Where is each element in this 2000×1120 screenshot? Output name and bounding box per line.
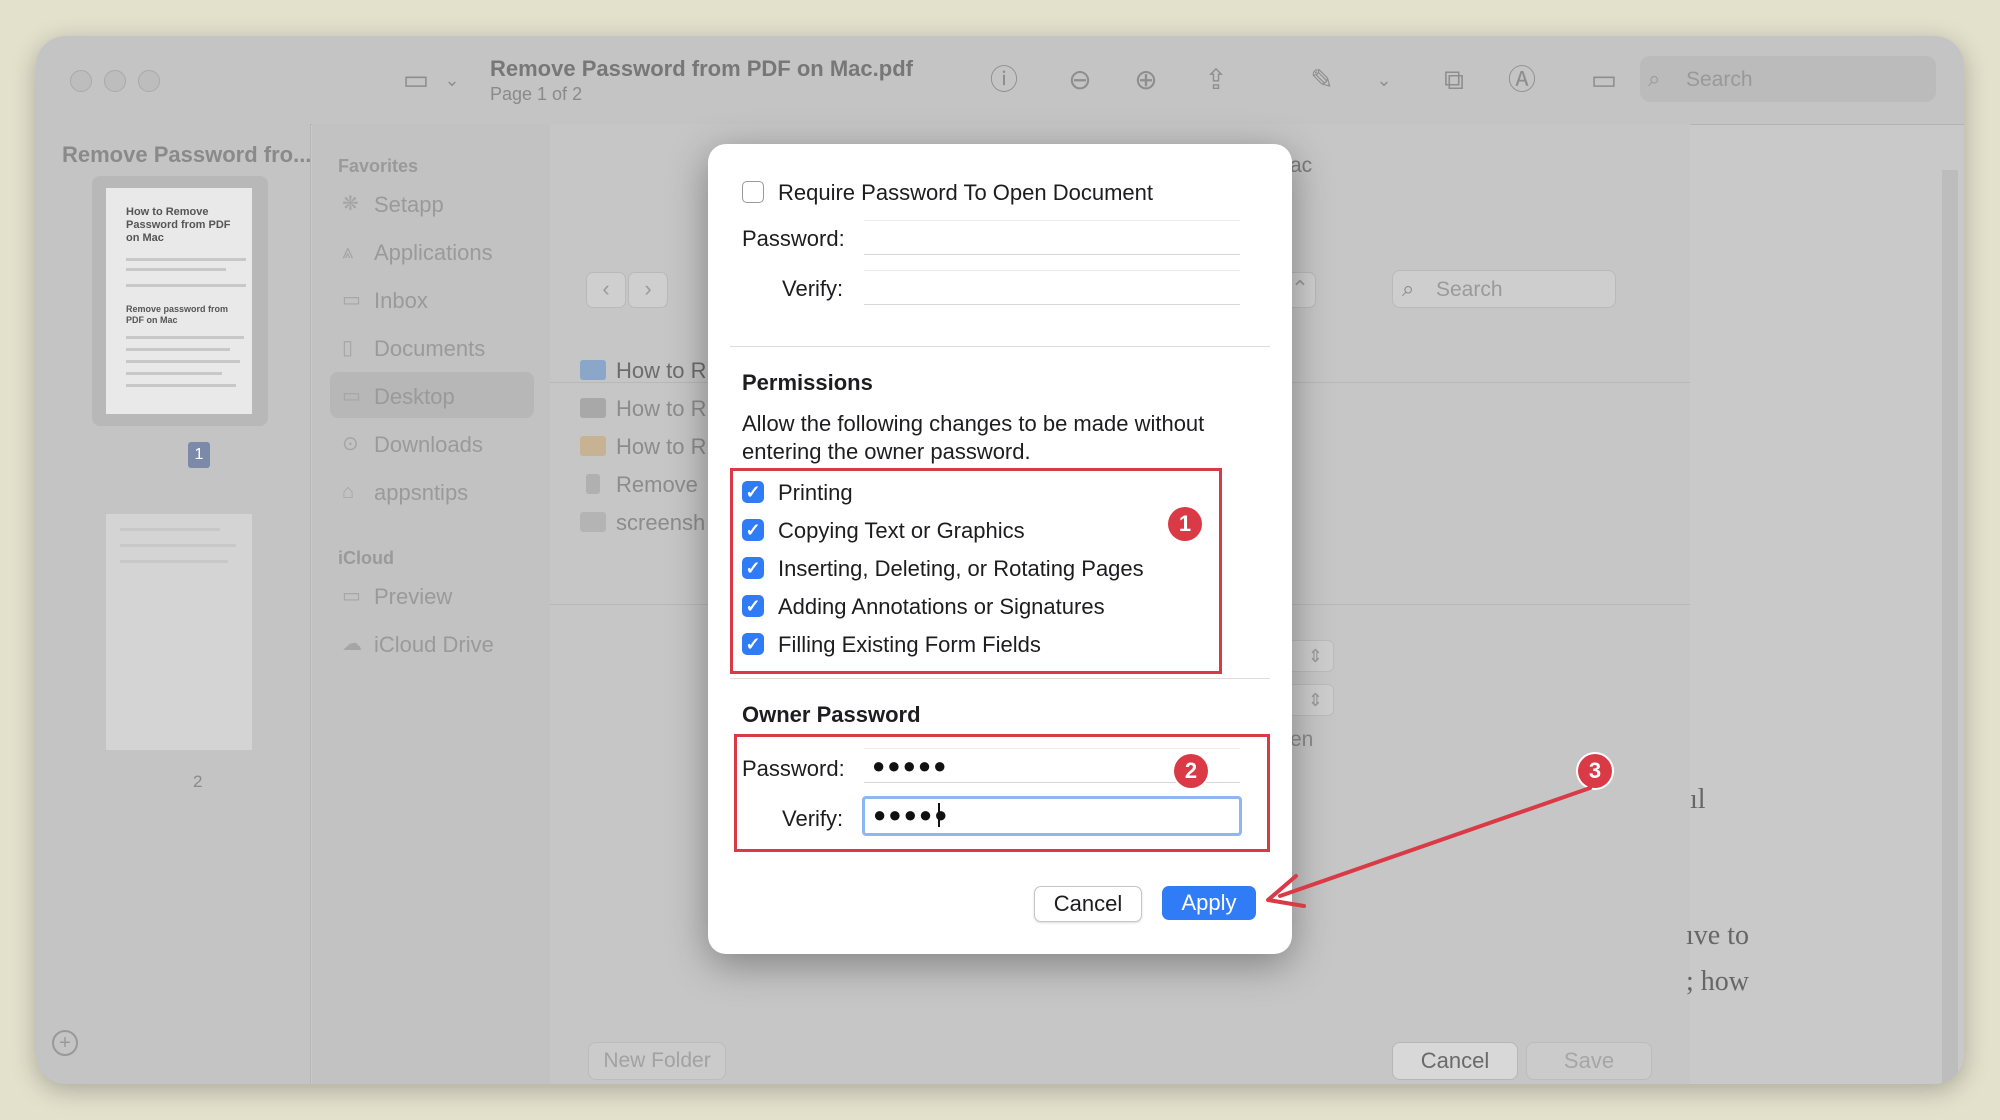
annotation-arrow <box>1266 786 1592 908</box>
arrow-shaft <box>1278 786 1592 898</box>
